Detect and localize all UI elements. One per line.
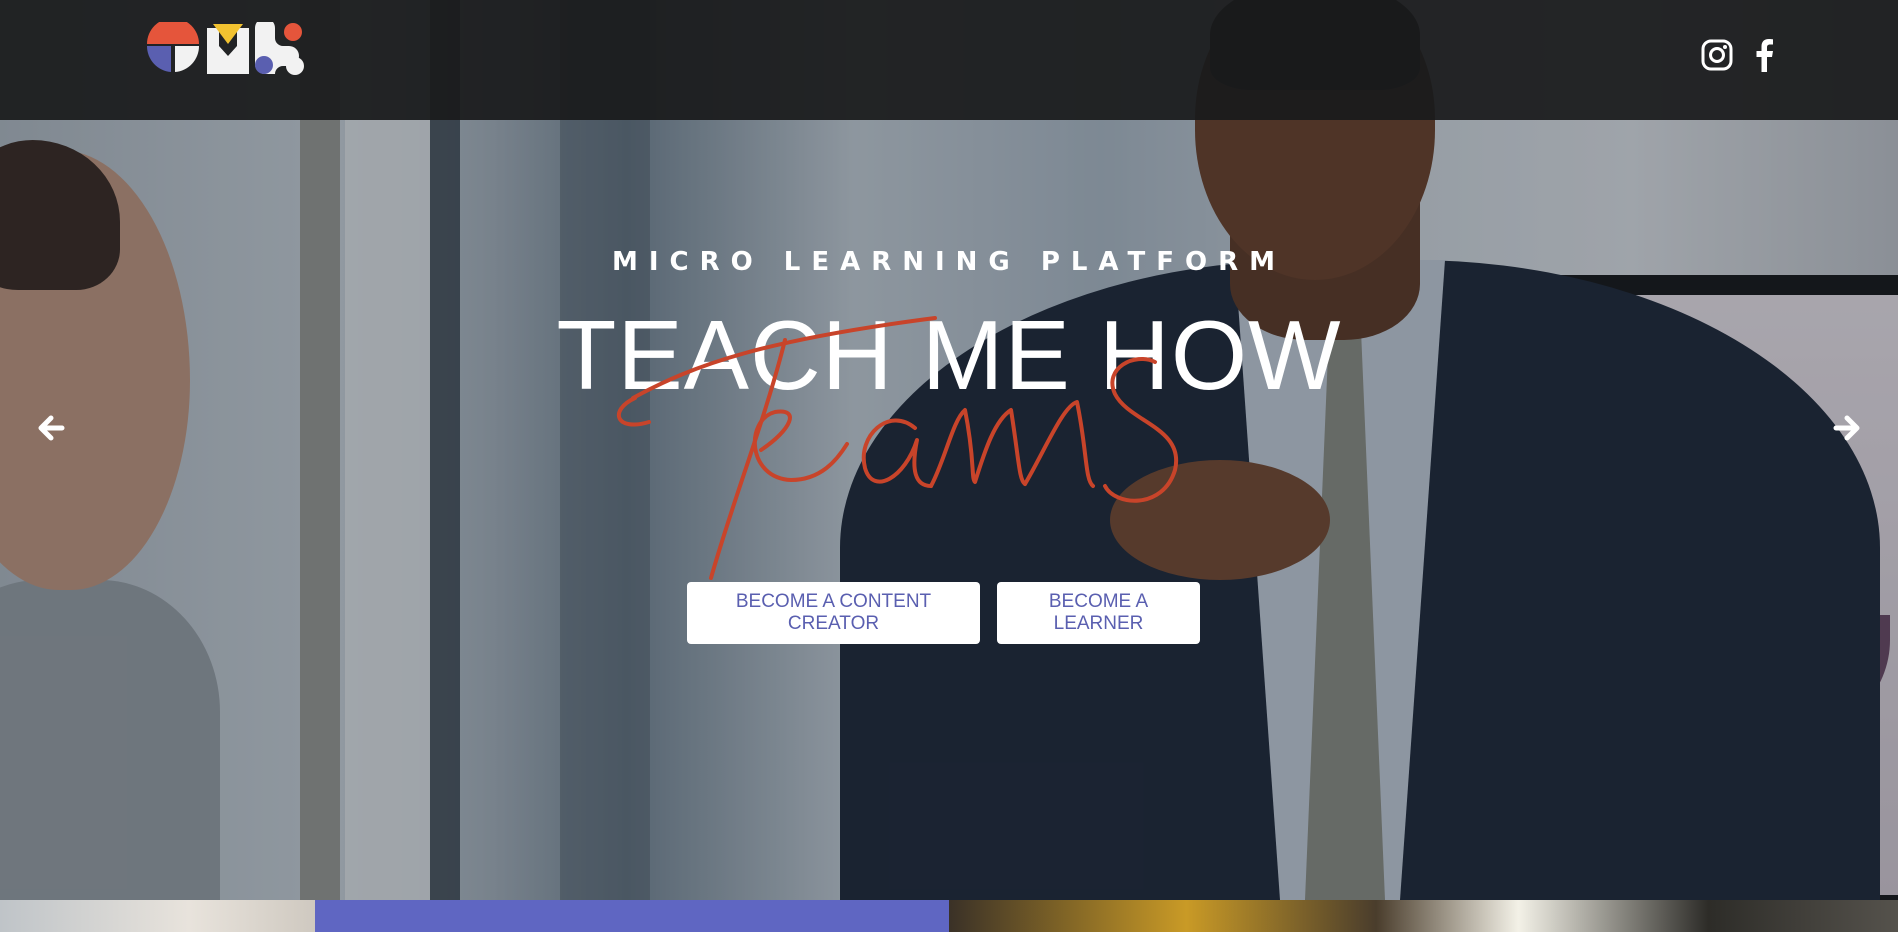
- section-preview-block: [315, 900, 949, 932]
- section-preview-image: [949, 900, 1898, 932]
- hero-script-word: [616, 316, 1179, 580]
- hero-eyebrow: MICRO LEARNING PLATFORM: [611, 247, 1287, 277]
- arrow-left-icon[interactable]: [37, 414, 65, 442]
- section-preview-image: [0, 900, 315, 932]
- become-learner-button[interactable]: BECOME A LEARNER: [997, 582, 1200, 644]
- become-content-creator-button[interactable]: BECOME A CONTENT CREATOR: [687, 582, 980, 644]
- social-links: [1700, 38, 1782, 72]
- facebook-icon[interactable]: [1748, 38, 1782, 72]
- brand-logo[interactable]: [146, 18, 307, 76]
- hero-section: MICRO LEARNING PLATFORM TEACH ME HOW BEC…: [0, 0, 1898, 900]
- instagram-icon[interactable]: [1700, 38, 1734, 72]
- top-navbar: [0, 0, 1898, 120]
- arrow-right-icon[interactable]: [1833, 414, 1861, 442]
